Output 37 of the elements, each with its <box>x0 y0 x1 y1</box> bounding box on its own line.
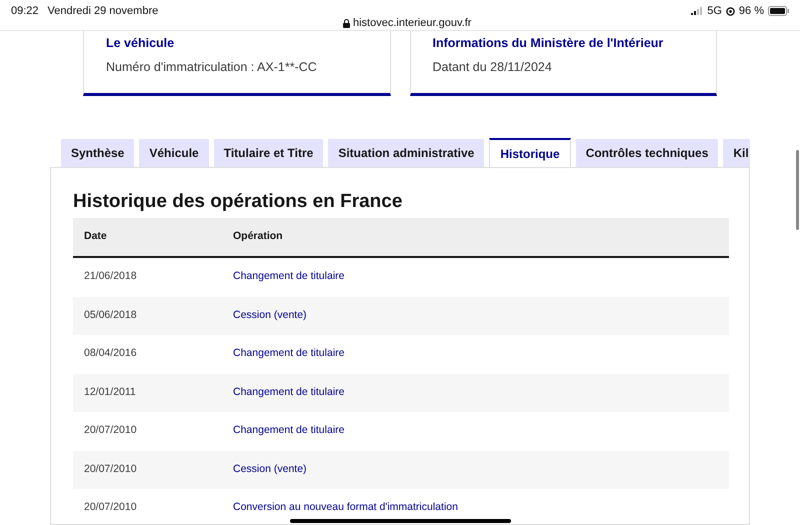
date-cell-text: 20/07/2010 <box>83 462 138 477</box>
operation-link[interactable]: Changement de titulaire <box>233 384 344 401</box>
column-header: Date <box>83 229 108 244</box>
operation-link[interactable]: Cession (vente) <box>233 462 307 478</box>
tab[interactable]: Situation administrative <box>328 139 484 167</box>
card-text: Datant du 28/11/2024 <box>432 59 553 76</box>
date-cell-text: 12/01/2011 <box>83 384 137 400</box>
battery-percentage: 96 % <box>738 4 764 19</box>
operation-link[interactable]: Cession (vente) <box>233 308 307 324</box>
card-title: Informations du Ministère de l'Intérieur <box>432 35 664 51</box>
battery-icon <box>768 6 790 16</box>
card-text: Numéro d'immatriculation : AX-1**-CC <box>106 59 318 76</box>
date-cell-text: 08/04/2016 <box>83 346 138 362</box>
tab[interactable]: Historique <box>489 138 571 167</box>
section-heading: Historique des opérations en France <box>73 190 404 214</box>
clock-time: 09:22 <box>11 4 39 19</box>
date-cell-text: 20/07/2010 <box>83 500 138 516</box>
address-bar[interactable]: histovec.interieur.gouv.fr <box>343 15 472 32</box>
operation-link[interactable]: Changement de titulaire <box>233 269 344 286</box>
date-cell-text: 20/07/2010 <box>83 423 138 438</box>
tab[interactable]: Contrôles techniques <box>576 139 718 167</box>
tab[interactable]: Kil <box>723 139 750 167</box>
tab[interactable]: Titulaire et Titre <box>214 139 324 167</box>
operation-link[interactable]: Changement de titulaire <box>233 346 344 362</box>
location-icon <box>726 6 735 16</box>
tab[interactable]: Synthèse <box>61 139 134 167</box>
column-header: Opération <box>233 229 284 244</box>
signal-icon <box>691 7 704 16</box>
tab[interactable]: Véhicule <box>139 139 209 167</box>
network-label: 5G <box>707 4 722 19</box>
date-text: Vendredi 29 novembre <box>48 4 158 19</box>
date-cell-text: 05/06/2018 <box>83 308 138 323</box>
lock-icon <box>343 18 350 28</box>
operation-link[interactable]: Changement de titulaire <box>233 423 344 440</box>
card-title: Le véhicule <box>106 35 176 51</box>
date-cell-text: 21/06/2018 <box>83 269 138 284</box>
operation-link[interactable]: Conversion au nouveau format d'immatriculation <box>233 500 458 516</box>
